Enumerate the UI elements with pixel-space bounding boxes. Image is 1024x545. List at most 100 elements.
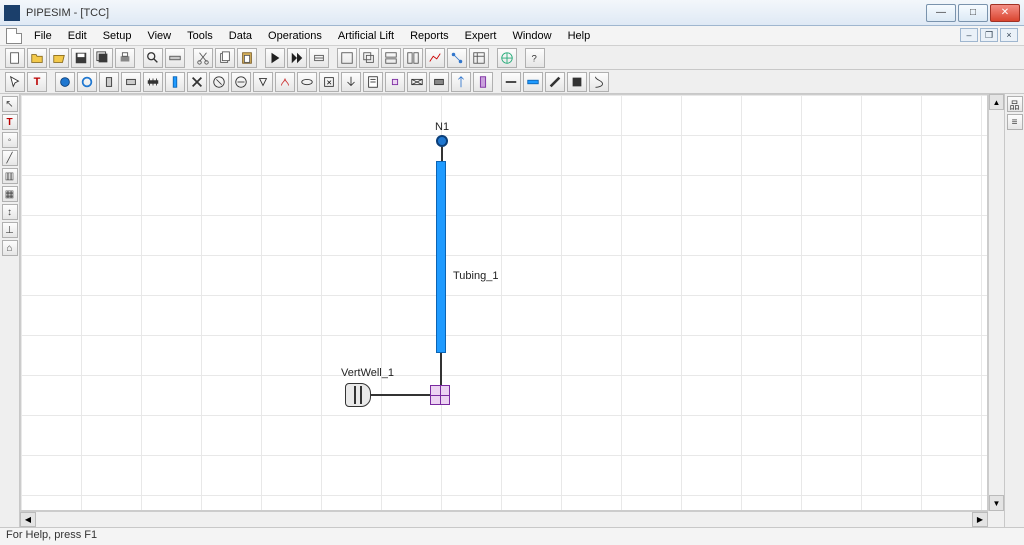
engine-tool[interactable] xyxy=(429,72,449,92)
injection-tool[interactable] xyxy=(341,72,361,92)
print-button[interactable] xyxy=(115,48,135,68)
connector-n1-tubing[interactable] xyxy=(441,147,443,161)
paste-button[interactable] xyxy=(237,48,257,68)
copy-button[interactable] xyxy=(215,48,235,68)
connector-tool[interactable] xyxy=(501,72,521,92)
menu-setup[interactable]: Setup xyxy=(95,28,140,44)
results-button[interactable] xyxy=(469,48,489,68)
completion-tool[interactable] xyxy=(143,72,163,92)
vt-line[interactable]: ╱ xyxy=(2,150,18,166)
find-button[interactable] xyxy=(143,48,163,68)
units-button[interactable] xyxy=(165,48,185,68)
horizontal-scrollbar[interactable]: ◀ ▶ xyxy=(20,511,988,527)
help-button[interactable]: ? xyxy=(525,48,545,68)
save-all-button[interactable] xyxy=(93,48,113,68)
vt-pointer[interactable]: ↖ xyxy=(2,96,18,112)
rt-tree[interactable]: 品 xyxy=(1007,96,1023,112)
pump-tool[interactable] xyxy=(231,72,251,92)
esp-tool[interactable] xyxy=(473,72,493,92)
connector-tubing-junc[interactable] xyxy=(440,353,442,385)
source-tool[interactable] xyxy=(55,72,75,92)
riser-tool[interactable] xyxy=(545,72,565,92)
stop-button[interactable] xyxy=(309,48,329,68)
grid-button[interactable] xyxy=(337,48,357,68)
menu-window[interactable]: Window xyxy=(504,28,559,44)
menu-artificial-lift[interactable]: Artificial Lift xyxy=(330,28,402,44)
text-tool[interactable]: T xyxy=(27,72,47,92)
label-n1: N1 xyxy=(435,121,449,133)
window-title: PIPESIM - [TCC] xyxy=(26,7,926,19)
vt-text[interactable]: T xyxy=(2,114,18,130)
diagram-canvas[interactable]: N1 Tubing_1 VertWell_1 xyxy=(20,94,988,511)
report-tool[interactable] xyxy=(363,72,383,92)
pointer-tool[interactable] xyxy=(5,72,25,92)
sink-tool[interactable] xyxy=(77,72,97,92)
tile-v-button[interactable] xyxy=(403,48,423,68)
window-controls: — □ ✕ xyxy=(926,4,1020,22)
document-icon xyxy=(6,28,22,44)
gaslift-tool[interactable] xyxy=(451,72,471,92)
vt-branch[interactable]: ⊥ xyxy=(2,222,18,238)
scroll-down-button[interactable]: ▼ xyxy=(989,495,1004,511)
vt-node[interactable]: ◦ xyxy=(2,132,18,148)
horizwell-tool[interactable] xyxy=(121,72,141,92)
cascade-button[interactable] xyxy=(359,48,379,68)
menu-edit[interactable]: Edit xyxy=(60,28,95,44)
node-n1[interactable] xyxy=(436,135,448,147)
separator-tool[interactable] xyxy=(297,72,317,92)
tubing-tool[interactable] xyxy=(165,72,185,92)
open-button[interactable] xyxy=(27,48,47,68)
scroll-left-button[interactable]: ◀ xyxy=(20,512,36,527)
vt-well[interactable]: ▥ xyxy=(2,168,18,184)
run-button[interactable] xyxy=(265,48,285,68)
tubing-1[interactable] xyxy=(436,161,446,353)
vertical-scrollbar[interactable]: ▲ ▼ xyxy=(988,94,1004,511)
plot-button[interactable] xyxy=(425,48,445,68)
multiplier-tool[interactable]: × xyxy=(319,72,339,92)
choke-tool[interactable] xyxy=(187,72,207,92)
node-tool[interactable] xyxy=(385,72,405,92)
mdi-minimize-button[interactable]: – xyxy=(960,28,978,42)
open-folder-button[interactable] xyxy=(49,48,69,68)
menu-file[interactable]: File xyxy=(26,28,60,44)
heater-tool[interactable] xyxy=(275,72,295,92)
globe-button[interactable] xyxy=(497,48,517,68)
workspace: ↖ T ◦ ╱ ▥ ▦ ↕ ⊥ ⌂ N1 Tubing_1 VertWell_1… xyxy=(0,94,1024,527)
save-button[interactable] xyxy=(71,48,91,68)
canvas-area: N1 Tubing_1 VertWell_1 ▲ ▼ ◀ ▶ xyxy=(20,94,1004,527)
vertwell-1[interactable] xyxy=(345,383,371,407)
scroll-right-button[interactable]: ▶ xyxy=(972,512,988,527)
tile-h-button[interactable] xyxy=(381,48,401,68)
connector-well-junc[interactable] xyxy=(370,394,430,396)
menu-data[interactable]: Data xyxy=(221,28,260,44)
run-fast-button[interactable] xyxy=(287,48,307,68)
ssv-tool[interactable] xyxy=(407,72,427,92)
scroll-up-button[interactable]: ▲ xyxy=(989,94,1004,110)
rt-layers[interactable]: ≡ xyxy=(1007,114,1023,130)
menu-operations[interactable]: Operations xyxy=(260,28,330,44)
expander-tool[interactable] xyxy=(253,72,273,92)
mdi-restore-button[interactable]: ❐ xyxy=(980,28,998,42)
new-button[interactable] xyxy=(5,48,25,68)
cut-button[interactable] xyxy=(193,48,213,68)
vt-group[interactable]: ▦ xyxy=(2,186,18,202)
compressor-tool[interactable] xyxy=(209,72,229,92)
blackbox-tool[interactable] xyxy=(567,72,587,92)
menu-reports[interactable]: Reports xyxy=(402,28,457,44)
menu-help[interactable]: Help xyxy=(560,28,599,44)
network-button[interactable] xyxy=(447,48,467,68)
status-bar: For Help, press F1 xyxy=(0,527,1024,545)
junction-node[interactable] xyxy=(430,385,450,405)
maximize-button[interactable]: □ xyxy=(958,4,988,22)
minimize-button[interactable]: — xyxy=(926,4,956,22)
flowline-tool[interactable] xyxy=(523,72,543,92)
vt-anchor[interactable]: ⌂ xyxy=(2,240,18,256)
close-button[interactable]: ✕ xyxy=(990,4,1020,22)
menu-view[interactable]: View xyxy=(139,28,179,44)
vertwell-tool[interactable] xyxy=(99,72,119,92)
vt-link[interactable]: ↕ xyxy=(2,204,18,220)
menu-tools[interactable]: Tools xyxy=(179,28,221,44)
mdi-close-button[interactable]: × xyxy=(1000,28,1018,42)
menu-expert[interactable]: Expert xyxy=(457,28,505,44)
pcp-tool[interactable] xyxy=(589,72,609,92)
